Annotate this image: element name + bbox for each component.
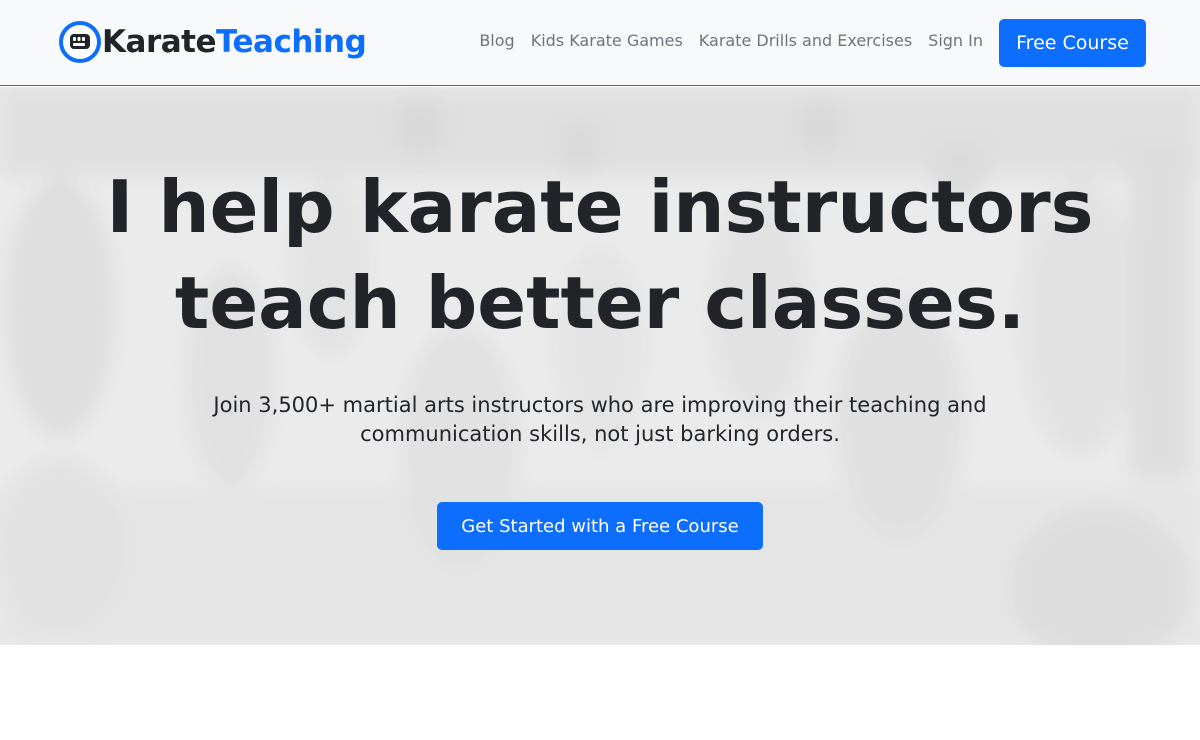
nav-link-kids-karate-games[interactable]: Kids Karate Games (531, 31, 683, 50)
brand-logo-link[interactable]: KarateTeaching (59, 20, 367, 64)
free-course-button[interactable]: Free Course (999, 19, 1146, 67)
nav-links: Blog Kids Karate Games Karate Drills and… (479, 31, 983, 50)
nav-link-sign-in[interactable]: Sign In (928, 31, 983, 50)
brand-name-part2: Teaching (216, 23, 367, 60)
hero-lead-text: Join 3,500+ martial arts instructors who… (160, 391, 1040, 449)
hero-title-line1: I help karate instructors (106, 165, 1094, 249)
get-started-button[interactable]: Get Started with a Free Course (437, 502, 763, 550)
hero-title-line2: teach better classes. (174, 261, 1026, 345)
brand-name: KarateTeaching (102, 23, 367, 60)
hero-title: I help karate instructors teach better c… (0, 159, 1200, 351)
navbar: KarateTeaching Blog Kids Karate Games Ka… (0, 0, 1200, 86)
fist-icon (59, 21, 101, 63)
nav-link-blog[interactable]: Blog (479, 31, 514, 50)
hero-lead-line2: communication skills, not just barking o… (360, 422, 840, 446)
hero-lead-line1: Join 3,500+ martial arts instructors who… (213, 393, 987, 417)
nav-link-karate-drills[interactable]: Karate Drills and Exercises (699, 31, 912, 50)
brand-name-part1: Karate (102, 23, 217, 60)
hero-section: I help karate instructors teach better c… (0, 87, 1200, 645)
